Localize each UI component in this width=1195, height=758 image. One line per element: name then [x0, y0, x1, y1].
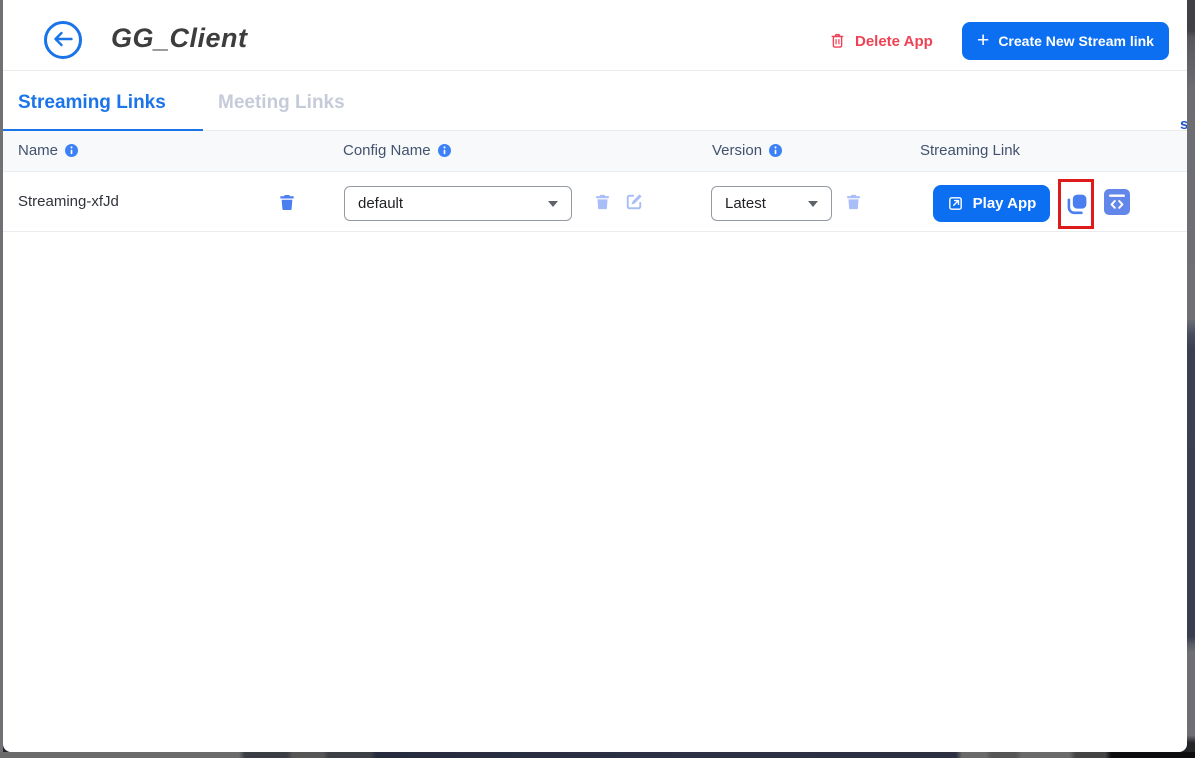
- config-name-value: default: [358, 195, 403, 212]
- trash-icon: [829, 32, 846, 50]
- trash-icon: [277, 192, 297, 213]
- version-value: Latest: [725, 195, 766, 212]
- delete-config-button[interactable]: [593, 192, 612, 212]
- annotation-highlight-box: [1058, 179, 1094, 229]
- delete-stream-button[interactable]: [277, 192, 297, 213]
- back-button[interactable]: [44, 21, 82, 59]
- info-icon[interactable]: [438, 144, 451, 157]
- desktop-edge-bottom: [0, 752, 1195, 758]
- stream-name-text: Streaming-xfJd: [18, 193, 119, 210]
- arrow-left-icon: [53, 31, 73, 50]
- trash-icon: [844, 192, 863, 212]
- edit-config-button[interactable]: [624, 192, 644, 212]
- table-header-row: Name Config Name Version Streaming Link: [3, 131, 1187, 172]
- trash-icon: [593, 192, 612, 212]
- header-bar: GG_Client Delete App + Create New Stream…: [3, 0, 1187, 71]
- info-icon[interactable]: [65, 144, 78, 157]
- play-app-label: Play App: [973, 195, 1037, 212]
- desktop-edge-left: [0, 0, 3, 752]
- column-header-name: Name: [18, 142, 78, 159]
- play-app-button[interactable]: Play App: [933, 185, 1050, 222]
- delete-app-label: Delete App: [855, 33, 933, 50]
- app-window: GG_Client Delete App + Create New Stream…: [0, 0, 1195, 758]
- page-title: GG_Client: [111, 23, 248, 54]
- chevron-down-icon: [548, 201, 558, 207]
- table-row: Streaming-xfJd default Latest: [3, 172, 1187, 232]
- create-new-stream-link-button[interactable]: + Create New Stream link: [962, 22, 1169, 60]
- delete-version-button[interactable]: [844, 192, 863, 212]
- external-link-icon: [947, 195, 964, 212]
- delete-app-button[interactable]: Delete App: [829, 29, 933, 53]
- tab-bar: Streaming Links Meeting Links: [3, 71, 1187, 131]
- chevron-down-icon: [808, 201, 818, 207]
- column-header-streaming-link: Streaming Link: [920, 142, 1020, 159]
- plus-icon: +: [977, 30, 989, 51]
- desktop-edge-right: [1187, 0, 1195, 758]
- copy-stream-link-button[interactable]: [1064, 192, 1089, 217]
- column-header-config-name: Config Name: [343, 142, 451, 159]
- edit-pencil-icon: [624, 192, 644, 212]
- copy-icon: [1064, 192, 1089, 217]
- background-text-fragment: s: [1180, 116, 1187, 133]
- info-icon[interactable]: [769, 144, 782, 157]
- column-header-version: Version: [712, 142, 782, 159]
- embed-code-button[interactable]: [1104, 189, 1130, 215]
- tab-streaming-links[interactable]: Streaming Links: [18, 92, 166, 114]
- version-select[interactable]: Latest: [711, 186, 832, 221]
- tab-meeting-links[interactable]: Meeting Links: [218, 92, 345, 114]
- code-window-icon: [1104, 189, 1130, 215]
- create-button-label: Create New Stream link: [998, 33, 1154, 49]
- config-name-select[interactable]: default: [344, 186, 572, 221]
